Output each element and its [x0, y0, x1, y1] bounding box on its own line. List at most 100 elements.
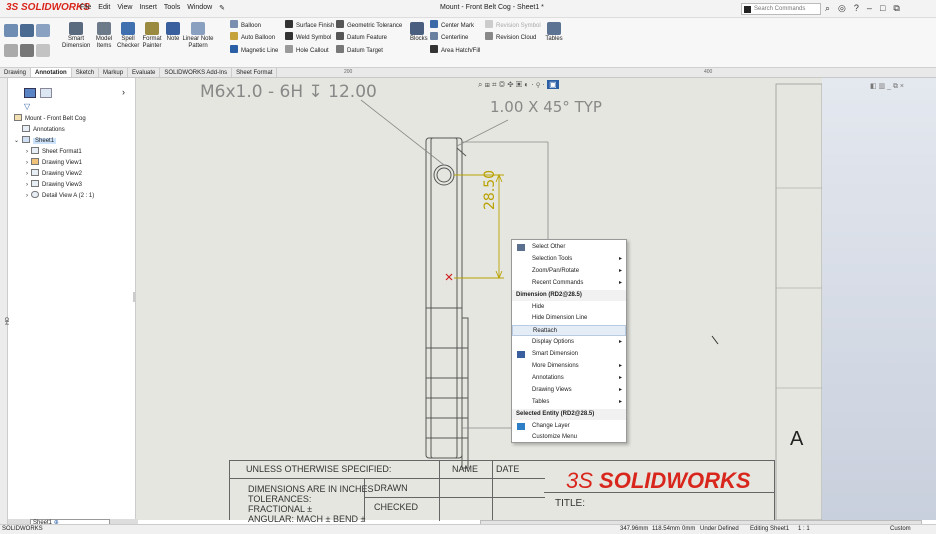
- context-menu-label: Selected Entity (RD2@28.5): [516, 410, 595, 417]
- context-menu-item-selection-tools[interactable]: Selection Tools ▸: [512, 254, 626, 265]
- drawing-canvas[interactable]: M6x1.0 - 6H ↧ 12.00 1.00 X 45° TYP ⌕ ⊞ ⌗…: [5, 78, 822, 520]
- geometric-tolerance-button[interactable]: Geometric Tolerance: [336, 20, 402, 31]
- tab-evaluate[interactable]: Evaluate: [128, 68, 161, 77]
- blocks-button[interactable]: Blocks: [410, 22, 428, 43]
- tree-item-drawing-view2[interactable]: › Drawing View2: [26, 169, 82, 178]
- undo-icon[interactable]: [36, 24, 50, 38]
- context-menu-item-change-layer[interactable]: Change Layer: [512, 421, 626, 432]
- context-menu-item-customize-menu[interactable]: Customize Menu: [512, 432, 626, 443]
- centerline-button[interactable]: Centerline: [430, 32, 468, 43]
- context-menu: Select Other Selection Tools ▸ Zoom/Pan/Rot…: [511, 239, 627, 443]
- left-gutter: [0, 78, 8, 524]
- weld-symbol-button[interactable]: Weld Symbol: [285, 32, 331, 43]
- dimension-text-28-50[interactable]: 28.50: [482, 170, 498, 210]
- context-menu-item-annotations[interactable]: Annotations ▸: [512, 373, 626, 384]
- property-manager-tab-icon[interactable]: [40, 88, 52, 98]
- origin-marker: [445, 273, 453, 281]
- datum-feature-button[interactable]: Datum Feature: [336, 32, 387, 43]
- task-pane-controls-icon[interactable]: ◧ ▥ _ ⧉ ×: [870, 82, 904, 91]
- user-icon[interactable]: ◎: [838, 3, 846, 14]
- auto-balloon-button[interactable]: Auto Balloon: [230, 32, 275, 43]
- solidworks-window: 3S SOLIDWORKS File Edit View Insert Tool…: [0, 0, 936, 534]
- tree-item-sheet-format1[interactable]: › Sheet Format1: [26, 147, 82, 156]
- status-units[interactable]: Custom: [890, 526, 911, 532]
- magnetic-line-button[interactable]: Magnetic Line: [230, 45, 278, 56]
- minimize-icon[interactable]: –: [867, 3, 872, 14]
- title-label: TITLE:: [555, 498, 586, 509]
- new-icon[interactable]: [4, 44, 18, 58]
- context-menu-label: Hide: [532, 303, 545, 310]
- menu-window[interactable]: Window: [187, 4, 212, 12]
- context-menu-item-select-other[interactable]: Select Other: [512, 242, 626, 253]
- context-menu-item-drawing-views[interactable]: Drawing Views ▸: [512, 385, 626, 396]
- menu-edit[interactable]: Edit: [98, 4, 110, 12]
- format-painter-button[interactable]: Format Painter: [140, 22, 164, 50]
- smart-dimension-button[interactable]: Smart Dimension: [62, 22, 90, 50]
- zone-label-a: A: [790, 428, 804, 450]
- print-icon[interactable]: [20, 44, 34, 58]
- home-icon[interactable]: [4, 24, 18, 38]
- submenu-arrow-icon: ▸: [618, 267, 622, 274]
- tree-item-annotations[interactable]: Annotations: [22, 125, 65, 134]
- chevron-right-icon[interactable]: ›: [122, 87, 125, 97]
- submenu-arrow-icon: ▸: [618, 255, 622, 262]
- center-mark-button[interactable]: Center Mark: [430, 20, 474, 31]
- context-menu-item-zoom-pan-rotate[interactable]: Zoom/Pan/Rotate ▸: [512, 266, 626, 277]
- help-icon[interactable]: ?: [854, 3, 859, 14]
- context-menu-item-smart-dimension[interactable]: Smart Dimension: [512, 349, 626, 360]
- surface-finish-button[interactable]: Surface Finish: [285, 20, 334, 31]
- tree-item-root[interactable]: Mount - Front Belt Cog: [14, 114, 86, 123]
- context-menu-header-dimension-rd2-28-5: Dimension (RD2@28.5): [512, 289, 626, 301]
- status-scale[interactable]: 1 : 1: [798, 526, 810, 532]
- ruler-tick-200: 200: [344, 69, 353, 75]
- pin-icon[interactable]: ✎: [219, 4, 225, 12]
- context-menu-label: Reattach: [533, 328, 558, 335]
- note-button[interactable]: Note: [166, 22, 180, 43]
- feature-manager-tab-icon[interactable]: [24, 88, 36, 98]
- context-menu-item-hide[interactable]: Hide: [512, 302, 626, 313]
- tree-item-sheet1[interactable]: ⌄ Sheet1: [14, 136, 57, 145]
- menu-insert[interactable]: Insert: [139, 4, 157, 12]
- menu-view[interactable]: View: [117, 4, 132, 12]
- save-icon[interactable]: [20, 24, 34, 38]
- filter-icon[interactable]: ▽: [24, 102, 30, 111]
- context-menu-item-reattach[interactable]: Reattach: [512, 325, 626, 337]
- search-options-icon[interactable]: ⌕: [825, 3, 830, 14]
- tables-button[interactable]: Tables: [542, 22, 566, 43]
- titlebar-icons: ⌕ ◎ ? – □ ⧉: [825, 3, 900, 14]
- restore-icon[interactable]: ⧉: [893, 3, 899, 14]
- model-items-button[interactable]: Model Items: [93, 22, 115, 50]
- status-editing: Editing Sheet1: [750, 526, 790, 532]
- revision-symbol-button[interactable]: Revision Symbol: [485, 20, 541, 31]
- tab-sketch[interactable]: Sketch: [72, 68, 100, 77]
- linear-note-pattern-button[interactable]: Linear Note Pattern: [182, 22, 214, 50]
- name-label: NAME: [452, 464, 479, 474]
- hole-callout-button[interactable]: Hole Callout: [285, 45, 329, 56]
- tree-item-drawing-view1[interactable]: › Drawing View1: [26, 158, 82, 167]
- redo-icon[interactable]: [36, 44, 50, 58]
- revision-cloud-button[interactable]: Revision Cloud: [485, 32, 536, 43]
- context-menu-item-tables[interactable]: Tables ▸: [512, 397, 626, 408]
- tab-addins[interactable]: SOLIDWORKS Add-Ins: [160, 68, 233, 77]
- context-menu-item-recent-commands[interactable]: Recent Commands ▸: [512, 278, 626, 289]
- menu-tools[interactable]: Tools: [164, 4, 180, 12]
- balloon-button[interactable]: Balloon: [230, 20, 261, 31]
- solidworks-logo[interactable]: 3S SOLIDWORKS: [6, 2, 90, 13]
- part-drawing: [360, 83, 822, 520]
- context-menu-item-hide-dimension-line[interactable]: Hide Dimension Line: [512, 313, 626, 324]
- tab-drawing[interactable]: Drawing: [0, 68, 32, 77]
- tab-annotation[interactable]: Annotation: [31, 68, 72, 77]
- spell-checker-button[interactable]: Spell Checker: [117, 22, 139, 50]
- tree-item-detail-view-a[interactable]: › Detail View A (2 : 1): [26, 191, 94, 200]
- title-block-mid-line: [544, 492, 774, 493]
- tab-markup[interactable]: Markup: [99, 68, 129, 77]
- tree-item-drawing-view3[interactable]: › Drawing View3: [26, 180, 82, 189]
- area-hatch-fill-button[interactable]: Area Hatch/Fill: [430, 45, 480, 56]
- submenu-arrow-icon: ▸: [618, 398, 622, 405]
- menu-file[interactable]: File: [80, 4, 91, 12]
- maximize-icon[interactable]: □: [880, 3, 885, 14]
- context-menu-item-display-options[interactable]: Display Options ▸: [512, 337, 626, 348]
- datum-target-button[interactable]: Datum Target: [336, 45, 383, 56]
- context-menu-item-more-dimensions[interactable]: More Dimensions ▸: [512, 361, 626, 372]
- search-commands-input[interactable]: Search Commands: [741, 3, 821, 15]
